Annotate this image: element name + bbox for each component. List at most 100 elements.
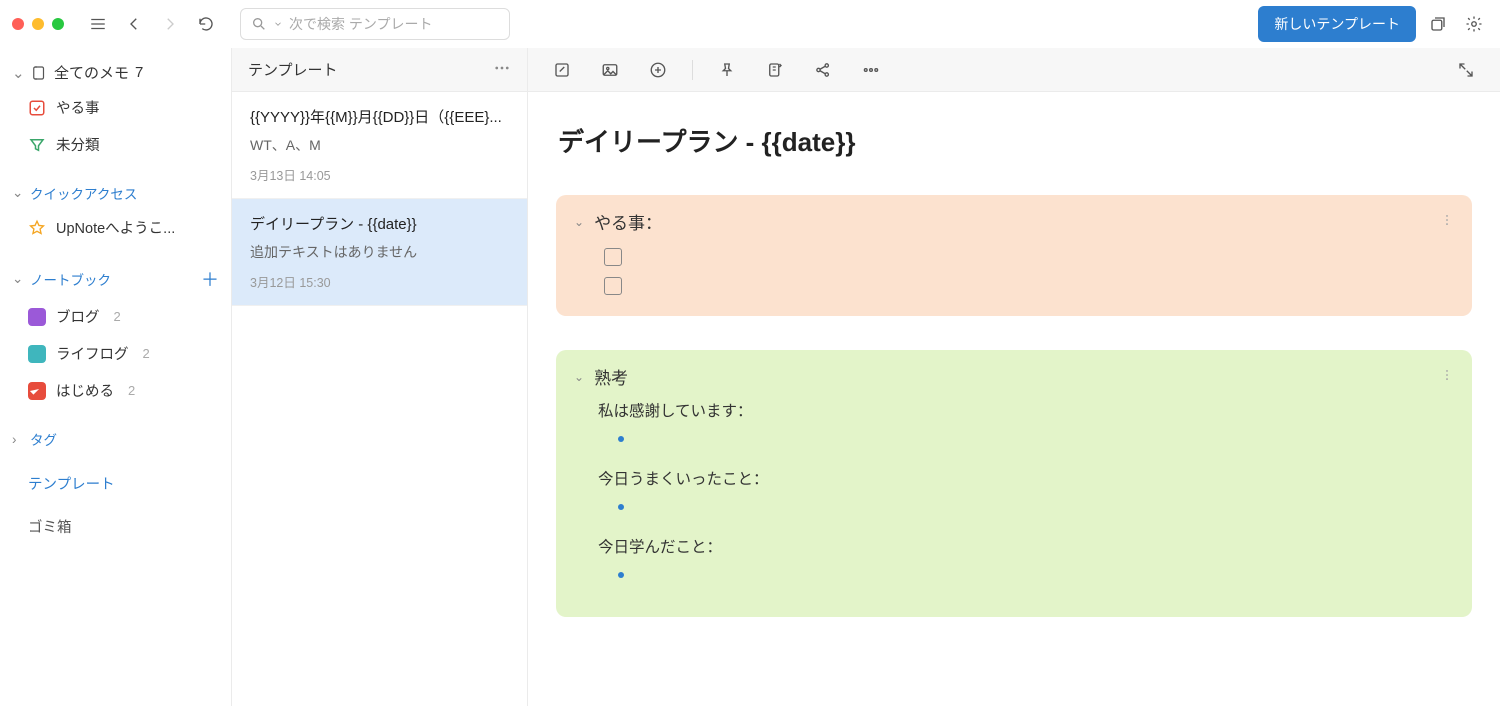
search-box[interactable] <box>240 8 510 40</box>
checkbox-icon[interactable] <box>604 277 622 295</box>
template-card-title: デイリープラン - {{date}} <box>250 213 509 234</box>
chevron-down-icon: ⌄ <box>12 185 24 201</box>
quick-access-label: クイックアクセス <box>30 183 137 203</box>
edit-note-icon <box>553 61 571 79</box>
sidebar-item-label: 未分類 <box>56 134 100 155</box>
sidebar-item-welcome[interactable]: UpNoteへようこ... <box>0 209 231 246</box>
tags-header[interactable]: › タグ <box>0 423 231 455</box>
bullet-item[interactable] <box>598 429 1454 445</box>
templates-link[interactable]: テンプレート <box>0 465 231 502</box>
window-close-icon[interactable] <box>12 18 24 30</box>
notebooks-label: ノートブック <box>30 269 111 289</box>
nav-back-button[interactable] <box>120 10 148 38</box>
notebook-count: 2 <box>128 383 135 398</box>
template-card-date: 3月13日 14:05 <box>250 165 509 184</box>
checkbox-item[interactable] <box>574 273 1454 302</box>
expand-icon <box>1457 61 1475 79</box>
sidebar-item-label: ブログ <box>56 306 100 327</box>
settings-button[interactable] <box>1460 10 1488 38</box>
sidebar-item-notebook-blog[interactable]: ブログ 2 <box>0 298 231 335</box>
template-info-button[interactable] <box>761 56 789 84</box>
checkbox-icon <box>28 99 46 117</box>
template-card-title: {{YYYY}}年{{M}}月{{DD}}日（{{EEE}... <box>250 106 509 127</box>
sidebar-item-label: やる事 <box>56 97 100 118</box>
window-stack-icon <box>1429 15 1447 33</box>
list-header: テンプレート <box>232 48 527 92</box>
toolbar-divider <box>692 60 693 80</box>
add-notebook-button[interactable]: ＋ <box>201 266 219 292</box>
notebook-color-icon <box>28 308 46 326</box>
list-header-title: テンプレート <box>248 59 338 80</box>
todo-block: ⌄ やる事： <box>556 195 1472 316</box>
sidebar: ⌄ 全てのメモ 7 やる事 未分類 ⌄ クイックアクセス <box>0 48 232 706</box>
block-header[interactable]: ⌄ やる事： <box>574 209 1454 234</box>
notes-stack-icon <box>30 64 48 82</box>
window-zoom-icon[interactable] <box>52 18 64 30</box>
template-list: テンプレート {{YYYY}}年{{M}}月{{DD}}日（{{EEE}... … <box>232 48 528 706</box>
window-minimize-icon[interactable] <box>32 18 44 30</box>
editor-title[interactable]: デイリープラン - {{date}} <box>556 122 1472 159</box>
bullet-icon <box>618 504 624 510</box>
traffic-lights <box>12 18 64 30</box>
new-template-button[interactable]: 新しいテンプレート <box>1258 6 1416 42</box>
sidebar-item-uncategorized[interactable]: 未分類 <box>0 126 231 163</box>
notebooks-header[interactable]: ⌄ ノートブック ＋ <box>0 260 231 298</box>
reflect-prompt[interactable]: 今日学んだこと： <box>598 535 1454 557</box>
add-button[interactable] <box>644 56 672 84</box>
sidebar-toggle-button[interactable] <box>84 10 112 38</box>
reflect-prompt[interactable]: 今日うまくいったこと： <box>598 467 1454 489</box>
sidebar-item-notebook-lifelog[interactable]: ライフログ 2 <box>0 335 231 372</box>
notebook-count: 2 <box>114 309 121 324</box>
checkbox-item[interactable] <box>574 244 1454 273</box>
filter-icon <box>28 136 46 154</box>
sidebar-item-label: はじめる <box>56 380 114 401</box>
editor-content[interactable]: デイリープラン - {{date}} ⌄ やる事： ⌄ 熟考 <box>528 92 1500 706</box>
search-input[interactable] <box>289 16 499 32</box>
sidebar-item-todo[interactable]: やる事 <box>0 89 231 126</box>
template-card[interactable]: デイリープラン - {{date}} 追加テキストはありません 3月12日 15… <box>232 199 527 306</box>
template-card[interactable]: {{YYYY}}年{{M}}月{{DD}}日（{{EEE}... WT、A、M … <box>232 92 527 199</box>
block-heading: 熟考 <box>594 364 628 389</box>
search-icon <box>251 16 267 32</box>
edit-template-button[interactable] <box>548 56 576 84</box>
image-icon <box>601 61 619 79</box>
windows-button[interactable] <box>1424 10 1452 38</box>
chevron-down-icon: ⌄ <box>574 370 584 384</box>
more-horizontal-icon <box>862 61 880 79</box>
bullet-item[interactable] <box>598 497 1454 513</box>
share-button[interactable] <box>809 56 837 84</box>
list-more-button[interactable] <box>493 59 511 81</box>
sidebar-item-notebook-start[interactable]: はじめる 2 <box>0 372 231 409</box>
insert-image-button[interactable] <box>596 56 624 84</box>
bullet-item[interactable] <box>598 565 1454 581</box>
refresh-button[interactable] <box>192 10 220 38</box>
chevron-right-icon <box>161 15 179 33</box>
more-horizontal-icon <box>493 59 511 77</box>
block-more-button[interactable] <box>1440 212 1454 232</box>
editor: デイリープラン - {{date}} ⌄ やる事： ⌄ 熟考 <box>528 48 1500 706</box>
editor-toolbar <box>528 48 1500 92</box>
pin-button[interactable] <box>713 56 741 84</box>
all-notes-header[interactable]: ⌄ 全てのメモ 7 <box>0 56 231 89</box>
plus-circle-icon <box>649 61 667 79</box>
checkbox-icon[interactable] <box>604 248 622 266</box>
bullet-icon <box>618 572 624 578</box>
reflect-prompt[interactable]: 私は感謝しています： <box>598 399 1454 421</box>
bullet-icon <box>618 436 624 442</box>
block-header[interactable]: ⌄ 熟考 <box>574 364 1454 389</box>
chevron-down-icon: ⌄ <box>12 64 24 82</box>
editor-more-button[interactable] <box>857 56 885 84</box>
block-more-button[interactable] <box>1440 367 1454 387</box>
quick-access-header[interactable]: ⌄ クイックアクセス <box>0 177 231 209</box>
expand-button[interactable] <box>1452 56 1480 84</box>
more-vertical-icon <box>1440 213 1454 227</box>
block-heading: やる事： <box>594 209 662 234</box>
pin-icon <box>718 61 736 79</box>
chevron-right-icon: › <box>12 432 24 447</box>
notebook-color-icon <box>28 382 46 400</box>
all-notes-label: 全てのメモ <box>54 62 129 83</box>
all-notes-count: 7 <box>135 64 143 81</box>
star-icon <box>28 219 46 237</box>
nav-forward-button[interactable] <box>156 10 184 38</box>
trash-link[interactable]: ゴミ箱 <box>0 508 231 545</box>
